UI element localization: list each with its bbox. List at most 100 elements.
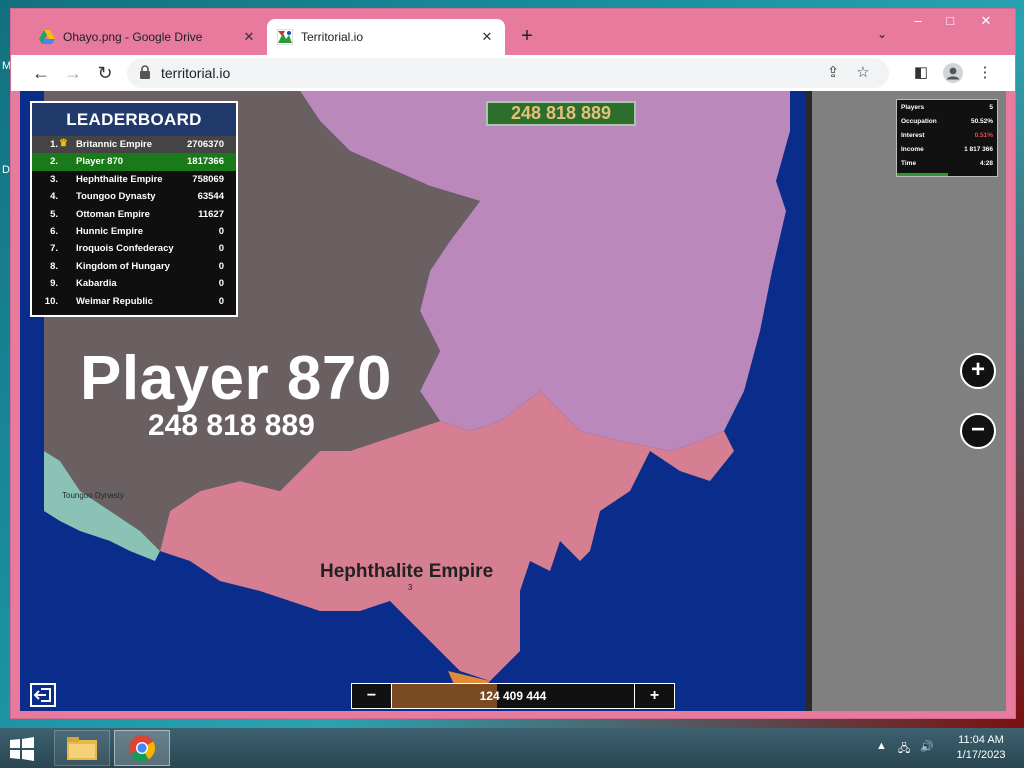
leaderboard-row[interactable]: 4. Toungoo Dynasty 63544 xyxy=(32,188,236,205)
leaderboard-score: 758069 xyxy=(192,173,224,185)
stats-panel: Players 5 Occupation 50.52% Interest 0.5… xyxy=(896,99,998,177)
leaderboard-row[interactable]: 1. ♛ Britannic Empire 2706370 xyxy=(32,136,236,154)
troop-decrease-button[interactable]: − xyxy=(352,684,392,708)
leaderboard-name: Toungoo Dynasty xyxy=(76,191,156,203)
troop-increase-button[interactable]: + xyxy=(634,684,674,708)
maximize-icon[interactable]: □ xyxy=(935,11,965,31)
map-edge xyxy=(806,91,812,711)
profile-avatar-icon[interactable] xyxy=(941,61,965,85)
volume-icon[interactable]: 🔊 xyxy=(920,740,934,753)
minimize-icon[interactable]: – xyxy=(903,11,933,31)
stat-value: 5 xyxy=(989,104,993,111)
tab-google-drive[interactable]: Ohayo.png - Google Drive ✕ xyxy=(29,19,267,55)
crown-icon: ♛ xyxy=(59,138,68,149)
leaderboard-row[interactable]: 5. Ottoman Empire 11627 xyxy=(32,206,236,223)
clock-date: 1/17/2023 xyxy=(956,749,1006,761)
menu-kebab-icon[interactable]: ⋮ xyxy=(973,61,997,85)
tab-strip: Ohayo.png - Google Drive ✕ Territorial.i… xyxy=(11,9,1015,55)
stat-occupation: Occupation 50.52% xyxy=(897,114,997,128)
address-bar[interactable]: territorial.io ⇪ ☆ xyxy=(127,58,889,88)
leaderboard-score: 0 xyxy=(218,225,224,237)
stat-label: Players xyxy=(901,104,925,111)
file-explorer-icon[interactable] xyxy=(54,730,110,766)
zoom-out-button[interactable]: − xyxy=(960,413,996,449)
leaderboard-row[interactable]: 8. Kingdom of Hungary 0 xyxy=(32,258,236,275)
side-panel-area xyxy=(810,91,1006,711)
tray-chevron-icon[interactable]: ▲ xyxy=(876,740,887,752)
browser-toolbar: ← → ↻ territorial.io ⇪ ☆ ◧ ⋮ xyxy=(11,55,1015,91)
window-close-icon[interactable]: ✕ xyxy=(971,11,1001,31)
leaderboard-name: Hunnic Empire xyxy=(76,225,144,237)
leaderboard-row[interactable]: 10. Weimar Republic 0 xyxy=(32,293,236,310)
browser-window: Ohayo.png - Google Drive ✕ Territorial.i… xyxy=(10,8,1016,719)
network-icon[interactable]: 🖧 xyxy=(898,740,910,759)
clock-time: 11:04 AM xyxy=(958,734,1004,746)
leaderboard-name: Ottoman Empire xyxy=(76,208,150,220)
leaderboard-rank: 10. xyxy=(44,295,58,307)
game-viewport[interactable]: LEADERBOARD 1. ♛ Britannic Empire 270637… xyxy=(20,91,1006,711)
side-panel-icon[interactable]: ◧ xyxy=(909,61,933,85)
exit-icon[interactable] xyxy=(30,683,56,707)
new-tab-button[interactable]: + xyxy=(515,25,539,49)
leaderboard-rank: 3. xyxy=(50,173,58,185)
leaderboard-rank: 1. xyxy=(50,139,58,150)
stat-label: Interest xyxy=(901,132,925,139)
zoom-in-button[interactable]: + xyxy=(960,353,996,389)
reload-icon[interactable]: ↻ xyxy=(93,61,117,85)
territory-label: Hephthalite Empire xyxy=(320,561,494,582)
leaderboard-name: Kingdom of Hungary xyxy=(76,260,170,272)
leaderboard-panel: LEADERBOARD 1. ♛ Britannic Empire 270637… xyxy=(30,101,238,317)
leaderboard-title: LEADERBOARD xyxy=(32,103,236,136)
stat-value: 1 817 366 xyxy=(964,146,993,153)
chrome-icon[interactable] xyxy=(114,730,170,766)
tab-title: Territorial.io xyxy=(301,30,364,44)
territory-sub-label: 3 xyxy=(408,583,413,592)
player-name-label: Player 870 xyxy=(80,344,392,413)
desktop-edge-letter: D xyxy=(2,164,10,176)
leaderboard-name: Britannic Empire xyxy=(76,139,153,150)
player-score-label: 248 818 889 xyxy=(148,409,315,442)
leaderboard-rank: 7. xyxy=(50,243,58,255)
leaderboard-rank: 5. xyxy=(50,208,58,220)
taskbar: ▲ 🖧 🔊 11:04 AM 1/17/2023 xyxy=(0,728,1024,768)
forward-arrow-icon[interactable]: → xyxy=(61,61,85,85)
leaderboard-rank: 6. xyxy=(50,225,58,237)
back-arrow-icon[interactable]: ← xyxy=(29,61,53,85)
leaderboard-name: Player 870 xyxy=(76,156,124,168)
leaderboard-name: Kabardia xyxy=(76,278,117,290)
leaderboard-rank: 2. xyxy=(50,156,58,168)
balance-counter: 248 818 889 xyxy=(486,101,636,126)
stat-time: Time 4:28 xyxy=(897,156,997,170)
stat-value: 4:28 xyxy=(979,160,993,167)
bookmark-star-icon[interactable]: ☆ xyxy=(853,63,873,83)
leaderboard-score: 0 xyxy=(218,243,224,255)
close-icon[interactable]: ✕ xyxy=(479,29,495,45)
share-icon[interactable]: ⇪ xyxy=(823,63,843,83)
leaderboard-score: 1817366 xyxy=(187,156,224,168)
territorial-favicon xyxy=(276,28,294,46)
stat-players: Players 5 xyxy=(897,100,997,114)
system-clock[interactable]: 11:04 AM 1/17/2023 xyxy=(946,733,1016,763)
leaderboard-row[interactable]: 2. Player 870 1817366 xyxy=(32,153,236,171)
leaderboard-rank: 4. xyxy=(50,191,58,203)
tab-territorial[interactable]: Territorial.io ✕ xyxy=(267,19,505,55)
leaderboard-row[interactable]: 7. Iroquois Confederacy 0 xyxy=(32,240,236,257)
stat-income: Income 1 817 366 xyxy=(897,142,997,156)
tab-search-chevron-icon[interactable]: ⌄ xyxy=(877,27,887,41)
leaderboard-score: 11627 xyxy=(198,208,224,220)
tab-title: Ohayo.png - Google Drive xyxy=(63,30,203,44)
occupation-progress-bar xyxy=(897,173,948,176)
leaderboard-row[interactable]: 3. Hephthalite Empire 758069 xyxy=(32,171,236,188)
close-icon[interactable]: ✕ xyxy=(241,29,257,45)
windows-start-icon[interactable] xyxy=(8,736,38,762)
stat-value: 0.51% xyxy=(974,132,993,139)
leaderboard-row[interactable]: 6. Hunnic Empire 0 xyxy=(32,223,236,240)
leaderboard-row[interactable]: 9. Kabardia 0 xyxy=(32,275,236,292)
stat-label: Income xyxy=(901,146,924,153)
leaderboard-score: 0 xyxy=(218,295,224,307)
troop-value: 124 409 444 xyxy=(479,689,547,703)
stat-interest: Interest 0.51% xyxy=(897,128,997,142)
troop-selector[interactable]: − 124 409 444 + xyxy=(351,683,675,709)
leaderboard-name: Weimar Republic xyxy=(76,295,153,307)
stat-label: Time xyxy=(901,160,917,167)
